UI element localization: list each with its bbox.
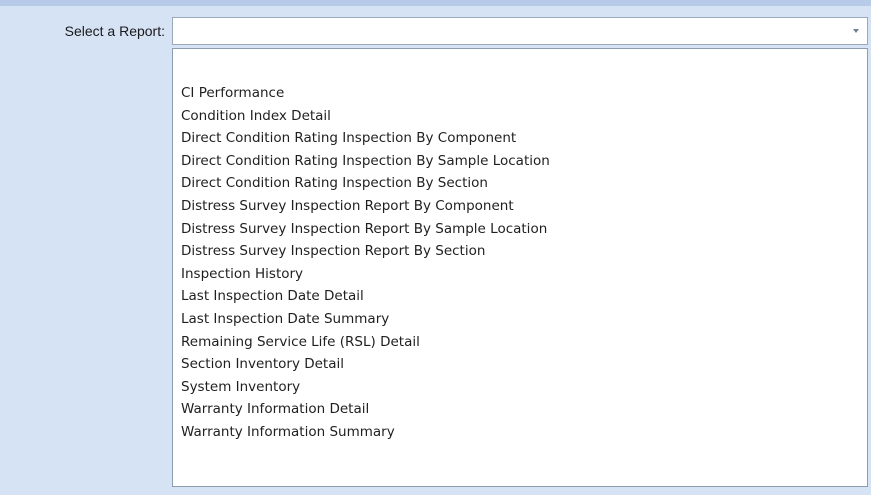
option-distress-survey-by-component[interactable]: Distress Survey Inspection Report By Com…: [181, 195, 550, 218]
option-direct-condition-rating-by-sample-location[interactable]: Direct Condition Rating Inspection By Sa…: [181, 150, 550, 173]
option-direct-condition-rating-by-section[interactable]: Direct Condition Rating Inspection By Se…: [181, 172, 550, 195]
option-ci-performance[interactable]: CI Performance: [181, 82, 550, 105]
report-select[interactable]: [172, 17, 868, 45]
option-distress-survey-by-section[interactable]: Distress Survey Inspection Report By Sec…: [181, 240, 550, 263]
report-options-list[interactable]: CI Performance Condition Index Detail Di…: [172, 48, 868, 487]
option-system-inventory[interactable]: System Inventory: [181, 376, 550, 399]
option-direct-condition-rating-by-component[interactable]: Direct Condition Rating Inspection By Co…: [181, 127, 550, 150]
report-panel: Select a Report: CI Performance Conditio…: [0, 0, 871, 495]
option-distress-survey-by-sample-location[interactable]: Distress Survey Inspection Report By Sam…: [181, 218, 550, 241]
option-remaining-service-life-detail[interactable]: Remaining Service Life (RSL) Detail: [181, 331, 550, 354]
option-last-inspection-date-detail[interactable]: Last Inspection Date Detail: [181, 285, 550, 308]
chevron-down-icon[interactable]: [853, 29, 859, 33]
option-warranty-information-summary[interactable]: Warranty Information Summary: [181, 421, 550, 444]
option-last-inspection-date-summary[interactable]: Last Inspection Date Summary: [181, 308, 550, 331]
option-inspection-history[interactable]: Inspection History: [181, 263, 550, 286]
select-report-label: Select a Report:: [64, 23, 165, 39]
options-list: CI Performance Condition Index Detail Di…: [181, 82, 550, 444]
option-warranty-information-detail[interactable]: Warranty Information Detail: [181, 398, 550, 421]
option-condition-index-detail[interactable]: Condition Index Detail: [181, 105, 550, 128]
panel-top-edge: [0, 0, 871, 6]
option-section-inventory-detail[interactable]: Section Inventory Detail: [181, 353, 550, 376]
